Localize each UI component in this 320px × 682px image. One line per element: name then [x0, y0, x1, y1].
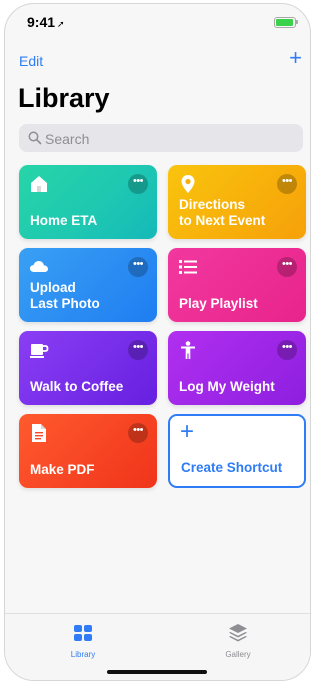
tab-gallery-label: Gallery	[225, 650, 251, 659]
layers-icon	[229, 624, 247, 642]
phone-screen: 9:41 ➚ Edit + Library Search ••• Home ETA…	[4, 3, 311, 681]
shortcut-walk-to-coffee[interactable]: ••• Walk to Coffee	[19, 331, 157, 405]
time-text: 9:41	[27, 14, 56, 30]
shortcut-label: Make PDF	[30, 462, 95, 477]
shortcut-label: Play Playlist	[179, 296, 258, 311]
plus-icon: +	[180, 418, 195, 445]
grid-icon	[74, 625, 92, 641]
create-shortcut-label: Create Shortcut	[181, 460, 283, 475]
shortcut-label: Upload Last Photo	[30, 280, 100, 311]
location-arrow-icon: ➚	[57, 19, 65, 29]
add-shortcut-button[interactable]: +	[289, 47, 302, 69]
page-title: Library	[18, 83, 110, 113]
more-options-button[interactable]: •••	[277, 340, 297, 360]
more-options-button[interactable]: •••	[128, 174, 148, 194]
shortcut-home-eta[interactable]: ••• Home ETA	[19, 165, 157, 239]
shortcut-log-weight[interactable]: ••• Log My Weight	[168, 331, 306, 405]
more-options-button[interactable]: •••	[128, 340, 148, 360]
status-bar: 9:41 ➚	[5, 4, 310, 42]
tab-bar: Library Gallery	[5, 613, 310, 680]
shortcut-directions[interactable]: ••• Directions to Next Event	[168, 165, 306, 239]
shortcut-label: Directions to Next Event	[179, 197, 266, 228]
map-pin-icon	[181, 175, 195, 193]
create-shortcut-button[interactable]: + Create Shortcut	[168, 414, 306, 488]
home-indicator[interactable]	[107, 670, 207, 674]
shortcut-play-playlist[interactable]: ••• Play Playlist	[168, 248, 306, 322]
more-options-button[interactable]: •••	[277, 174, 297, 194]
shortcut-label: Home ETA	[30, 213, 98, 228]
edit-button[interactable]: Edit	[19, 53, 43, 69]
coffee-cup-icon	[30, 344, 49, 358]
cloud-icon	[30, 261, 48, 272]
list-icon	[179, 260, 197, 274]
shortcut-make-pdf[interactable]: ••• Make PDF	[19, 414, 157, 488]
battery-icon	[274, 17, 298, 28]
tab-library[interactable]: Library	[43, 622, 123, 659]
shortcut-upload-photo[interactable]: ••• Upload Last Photo	[19, 248, 157, 322]
tab-gallery[interactable]: Gallery	[198, 622, 278, 659]
shortcut-label: Walk to Coffee	[30, 379, 124, 394]
search-placeholder: Search	[45, 131, 90, 147]
document-icon	[32, 424, 46, 442]
more-options-button[interactable]: •••	[277, 257, 297, 277]
status-time: 9:41 ➚	[27, 14, 65, 30]
house-icon	[31, 176, 47, 192]
person-icon	[181, 341, 195, 359]
more-options-button[interactable]: •••	[128, 257, 148, 277]
shortcut-label: Log My Weight	[179, 379, 275, 394]
search-icon	[28, 131, 42, 145]
more-options-button[interactable]: •••	[128, 423, 148, 443]
search-field[interactable]: Search	[19, 124, 303, 152]
tab-library-label: Library	[70, 650, 96, 659]
